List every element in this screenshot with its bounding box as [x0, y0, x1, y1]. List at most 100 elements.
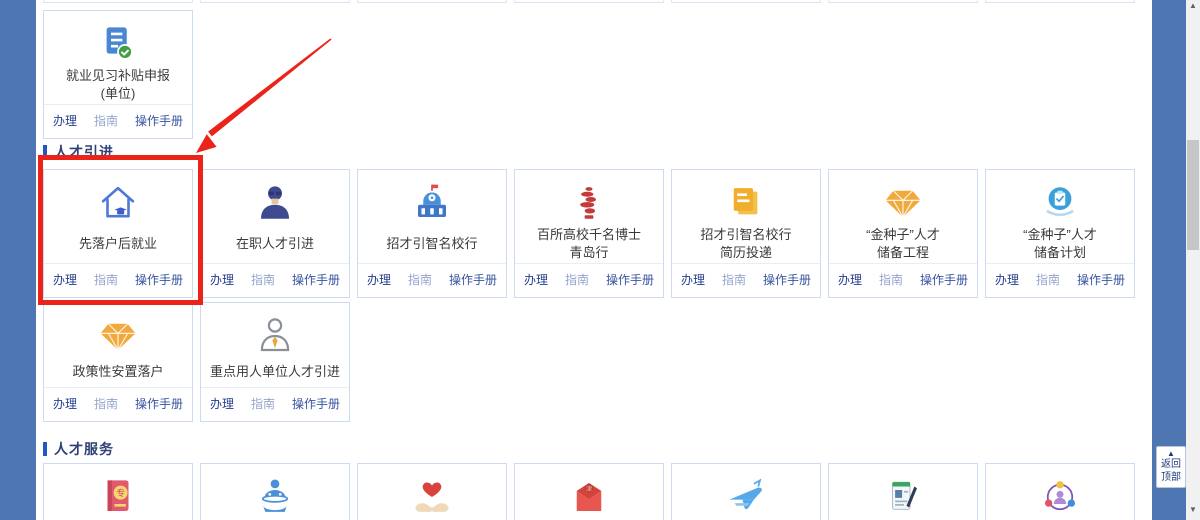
person-navy-icon: [254, 182, 296, 224]
cutoff-card-bottom-edge: [828, 0, 978, 3]
card-link-zhinan[interactable]: 指南: [565, 271, 589, 288]
cutoff-card-bottom-edge: [514, 0, 664, 3]
talent-introduction-row-1: 先落户后就业办理指南操作手册在职人才引进办理指南操作手册招才引智名校行办理指南操…: [43, 169, 1135, 289]
card-link-caozuoshouce[interactable]: 操作手册: [920, 271, 968, 288]
cutoff-cards-top: [43, 0, 1135, 3]
card-link-zhinan[interactable]: 指南: [408, 271, 432, 288]
card-title: 重点用人单位人才引进: [207, 357, 343, 387]
card-title: 就业见习补贴申报(单位): [63, 65, 173, 104]
back-to-top-label-line2: 顶部: [1157, 471, 1185, 484]
book-red-icon: 专: [97, 476, 139, 518]
talent-services-row: 专专业技术职称业务专家工作站高层次人才服务津技能领军人才留学回国人员高层次人才专…: [43, 463, 1135, 520]
person-tie-icon: [254, 315, 296, 357]
card-links-row: 办理指南操作手册: [201, 387, 349, 421]
service-card[interactable]: 在职人才引进办理指南操作手册: [200, 169, 350, 298]
cutoff-card-bottom-edge: [985, 0, 1135, 3]
service-card[interactable]: 津技能领军人才: [514, 463, 664, 520]
service-card[interactable]: 招才引智名校行简历投递办理指南操作手册: [671, 169, 821, 298]
card-link-banli[interactable]: 办理: [210, 271, 234, 288]
section-bar: [43, 145, 47, 159]
card-link-zhinan[interactable]: 指南: [94, 112, 118, 129]
card-link-caozuoshouce[interactable]: 操作手册: [292, 395, 340, 412]
card-links-row: 办理指南操作手册: [358, 263, 506, 297]
card-link-zhinan[interactable]: 指南: [94, 271, 118, 288]
scrollbar-track[interactable]: ▲ ▼: [1186, 0, 1200, 520]
service-card[interactable]: “金种子”人才储备计划办理指南操作手册: [985, 169, 1135, 298]
cutoff-card-bottom-edge: [200, 0, 350, 3]
card-link-caozuoshouce[interactable]: 操作手册: [292, 271, 340, 288]
section-bar: [43, 442, 47, 456]
service-card[interactable]: 先落户后就业办理指南操作手册: [43, 169, 193, 298]
card-link-zhinan[interactable]: 指南: [722, 271, 746, 288]
scrollbar-down-arrow-icon[interactable]: ▼: [1186, 504, 1200, 516]
service-card[interactable]: 留学回国人员: [671, 463, 821, 520]
hands-heart-icon: [411, 476, 453, 518]
card-link-caozuoshouce[interactable]: 操作手册: [1077, 271, 1125, 288]
card-link-banli[interactable]: 办理: [524, 271, 548, 288]
card-link-caozuoshouce[interactable]: 操作手册: [135, 271, 183, 288]
section-header-talent-services: 人才服务: [43, 439, 1135, 459]
house-grad-icon: [97, 182, 139, 224]
service-card[interactable]: 招才引智名校行办理指南操作手册: [357, 169, 507, 298]
section-title: 人才引进: [54, 142, 114, 162]
service-card[interactable]: 政策性安置落户办理指南操作手册: [43, 302, 193, 422]
card-link-zhinan[interactable]: 指南: [879, 271, 903, 288]
card-link-banli[interactable]: 办理: [838, 271, 862, 288]
card-link-banli[interactable]: 办理: [210, 395, 234, 412]
card-title: “金种子”人才储备计划: [1020, 224, 1100, 263]
service-card[interactable]: 专家工作站: [200, 463, 350, 520]
card-link-caozuoshouce[interactable]: 操作手册: [135, 112, 183, 129]
card-link-banli[interactable]: 办理: [367, 271, 391, 288]
svg-text:专: 专: [116, 487, 125, 498]
card-link-banli[interactable]: 办理: [681, 271, 705, 288]
doc-pen-icon: [882, 476, 924, 518]
card-link-zhinan[interactable]: 指南: [251, 395, 275, 412]
section-header-talent-introduction: 人才引进: [43, 142, 1135, 162]
card-link-zhinan[interactable]: 指南: [94, 395, 118, 412]
service-card[interactable]: 重点用人单位人才引进办理指南操作手册: [200, 302, 350, 422]
envelope-red-icon: 津: [568, 476, 610, 518]
docs-yellow-icon: [725, 182, 767, 224]
service-card[interactable]: 专业技术人员: [985, 463, 1135, 520]
service-card[interactable]: 百所高校千名博士青岛行办理指南操作手册: [514, 169, 664, 298]
card-link-caozuoshouce[interactable]: 操作手册: [135, 395, 183, 412]
red-sculpture-icon: [568, 182, 610, 224]
card-link-caozuoshouce[interactable]: 操作手册: [449, 271, 497, 288]
card-link-caozuoshouce[interactable]: 操作手册: [606, 271, 654, 288]
card-link-zhinan[interactable]: 指南: [251, 271, 275, 288]
card-links-row: 办理指南操作手册: [515, 263, 663, 297]
card-link-banli[interactable]: 办理: [53, 395, 77, 412]
people-network-icon: [1039, 476, 1081, 518]
card-title: 政策性安置落户: [69, 357, 166, 387]
expert-station-icon: [254, 476, 296, 518]
card-links-row: 办理指南操作手册: [201, 263, 349, 297]
plane-blue-icon: [725, 476, 767, 518]
back-to-top-button[interactable]: ▲ 返回 顶部: [1156, 446, 1186, 488]
card-link-banli[interactable]: 办理: [53, 271, 77, 288]
employment-cards-row: 就业见习补贴申报(单位) 办理指南操作手册: [43, 10, 1135, 127]
cutoff-card-bottom-edge: [43, 0, 193, 3]
content-area: 就业见习补贴申报(单位)办理指南操作手册 人才引进 先落户后就业办理指南操作手册…: [36, 0, 1152, 520]
service-card[interactable]: 专专业技术职称业务: [43, 463, 193, 520]
talent-introduction-row-2: 政策性安置落户办理指南操作手册重点用人单位人才引进办理指南操作手册: [43, 302, 1135, 422]
cutoff-card-bottom-edge: [671, 0, 821, 3]
scrollbar-up-arrow-icon[interactable]: ▲: [1186, 0, 1200, 12]
card-title: 在职人才引进: [233, 224, 317, 263]
card-link-zhinan[interactable]: 指南: [1036, 271, 1060, 288]
card-title: 百所高校千名博士青岛行: [534, 224, 644, 263]
card-title: 先落户后就业: [76, 224, 160, 263]
card-link-caozuoshouce[interactable]: 操作手册: [763, 271, 811, 288]
service-card[interactable]: 就业见习补贴申报(单位) 办理指南操作手册: [43, 10, 193, 139]
scrollbar-thumb[interactable]: [1187, 140, 1199, 250]
card-links-row: 办理指南操作手册: [44, 387, 192, 421]
service-card[interactable]: 高层次人才服务: [357, 463, 507, 520]
clipboard-blue-icon: [1039, 182, 1081, 224]
card-link-banli[interactable]: 办理: [995, 271, 1019, 288]
card-link-banli[interactable]: 办理: [53, 112, 77, 129]
card-title: 招才引智名校行: [383, 224, 480, 263]
service-card[interactable]: 高层次人才: [828, 463, 978, 520]
service-card[interactable]: “金种子”人才储备工程办理指南操作手册: [828, 169, 978, 298]
cutoff-card-bottom-edge: [357, 0, 507, 3]
section-title: 人才服务: [54, 439, 114, 459]
card-links-row: 办理指南操作手册: [672, 263, 820, 297]
